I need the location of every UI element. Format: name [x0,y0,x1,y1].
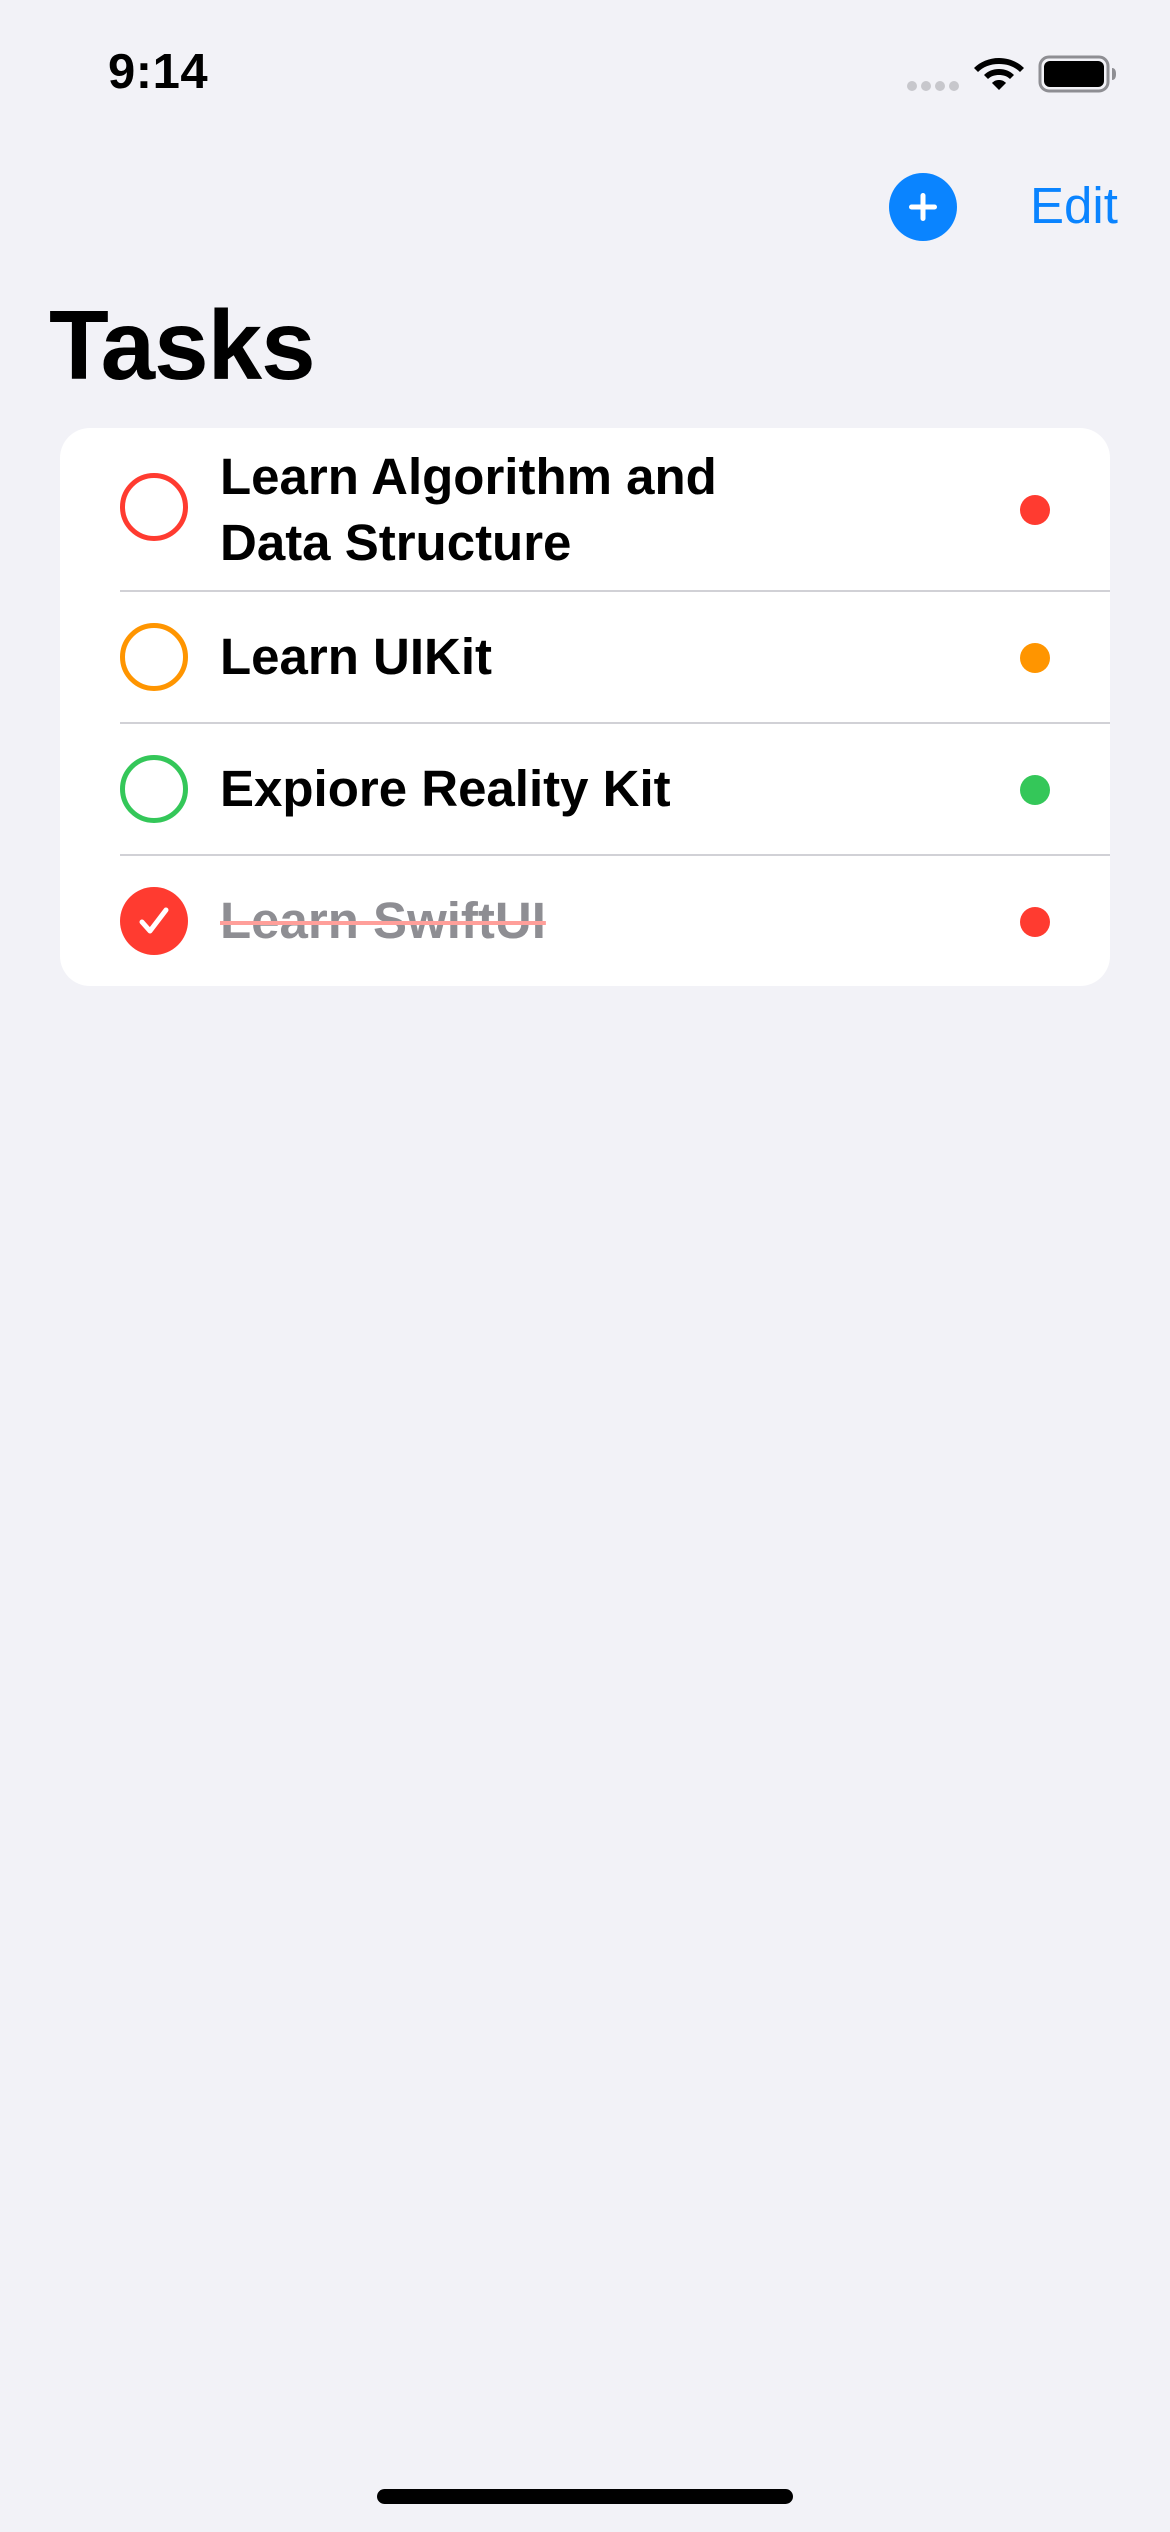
incomplete-circle-icon[interactable] [120,755,188,823]
task-list: Learn Algorithm and Data Structure Learn… [60,428,1110,986]
battery-icon [1038,55,1116,93]
task-row[interactable]: Expiore Reality Kit [60,724,1110,856]
task-row[interactable]: Learn Algorithm and Data Structure [60,428,1110,592]
wifi-icon [974,58,1024,90]
task-row[interactable]: Learn UIKit [60,592,1110,724]
task-row[interactable]: Learn SwiftUI [60,856,1110,986]
task-title: Learn Algorithm and Data Structure [220,448,717,571]
home-indicator[interactable] [377,2489,793,2504]
priority-dot-icon [1020,495,1050,525]
priority-dot-icon [1020,643,1050,673]
status-time: 9:14 [108,45,209,99]
page-title: Tasks [49,290,316,400]
checkmark-icon [139,907,169,934]
task-title: Learn UIKit [220,628,493,685]
task-title: Learn SwiftUI [220,892,546,949]
incomplete-circle-icon[interactable] [120,473,188,541]
priority-dot-icon [1020,907,1050,937]
incomplete-circle-icon[interactable] [120,623,188,691]
cellular-signal-icon [907,81,959,91]
task-title: Expiore Reality Kit [220,760,671,817]
completed-checkmark-icon[interactable] [120,887,188,955]
plus-icon [909,193,937,221]
priority-dot-icon [1020,775,1050,805]
status-bar: 9:14 [0,0,1170,150]
add-task-button[interactable] [889,173,957,241]
edit-button[interactable]: Edit [1030,176,1118,235]
